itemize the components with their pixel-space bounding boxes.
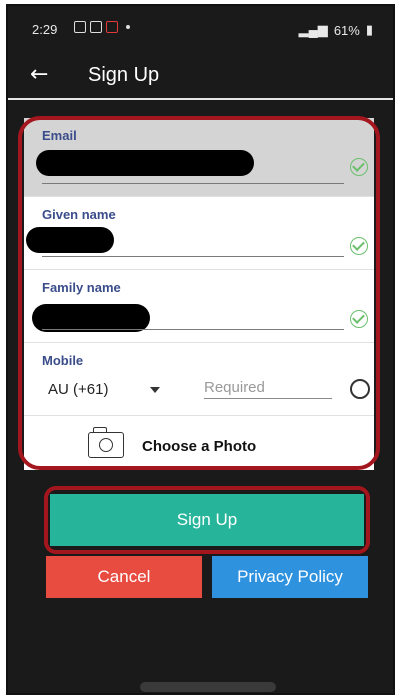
battery-icon: ▮ — [365, 22, 373, 37]
notification-dot-icon — [126, 25, 130, 29]
status-bar: 2:29 ▂▄▆ 61% ▮ — [8, 6, 393, 54]
notification-icon — [74, 21, 86, 33]
gesture-nav-pill[interactable] — [140, 682, 276, 692]
status-notification-icons — [74, 21, 130, 33]
phone-screen: 2:29 ▂▄▆ 61% ▮ ← Sign Up Email Given nam… — [6, 4, 395, 695]
app-bar: ← Sign Up — [8, 54, 393, 100]
cancel-button[interactable]: Cancel — [46, 556, 202, 598]
privacy-policy-button[interactable]: Privacy Policy — [212, 556, 368, 598]
notification-icon — [90, 21, 102, 33]
page-title: Sign Up — [88, 64, 160, 86]
sign-up-button[interactable]: Sign Up — [50, 494, 364, 546]
signal-icon: ▂▄▆ — [298, 22, 328, 37]
form-highlight-outline — [18, 116, 380, 470]
back-arrow-icon[interactable]: ← — [30, 62, 48, 87]
battery-level: 61% — [333, 22, 360, 38]
notification-icon — [106, 21, 118, 33]
status-right-icons: ▂▄▆ 61% ▮ — [299, 22, 373, 38]
status-time: 2:29 — [32, 22, 58, 37]
app-bar-divider — [8, 98, 393, 100]
